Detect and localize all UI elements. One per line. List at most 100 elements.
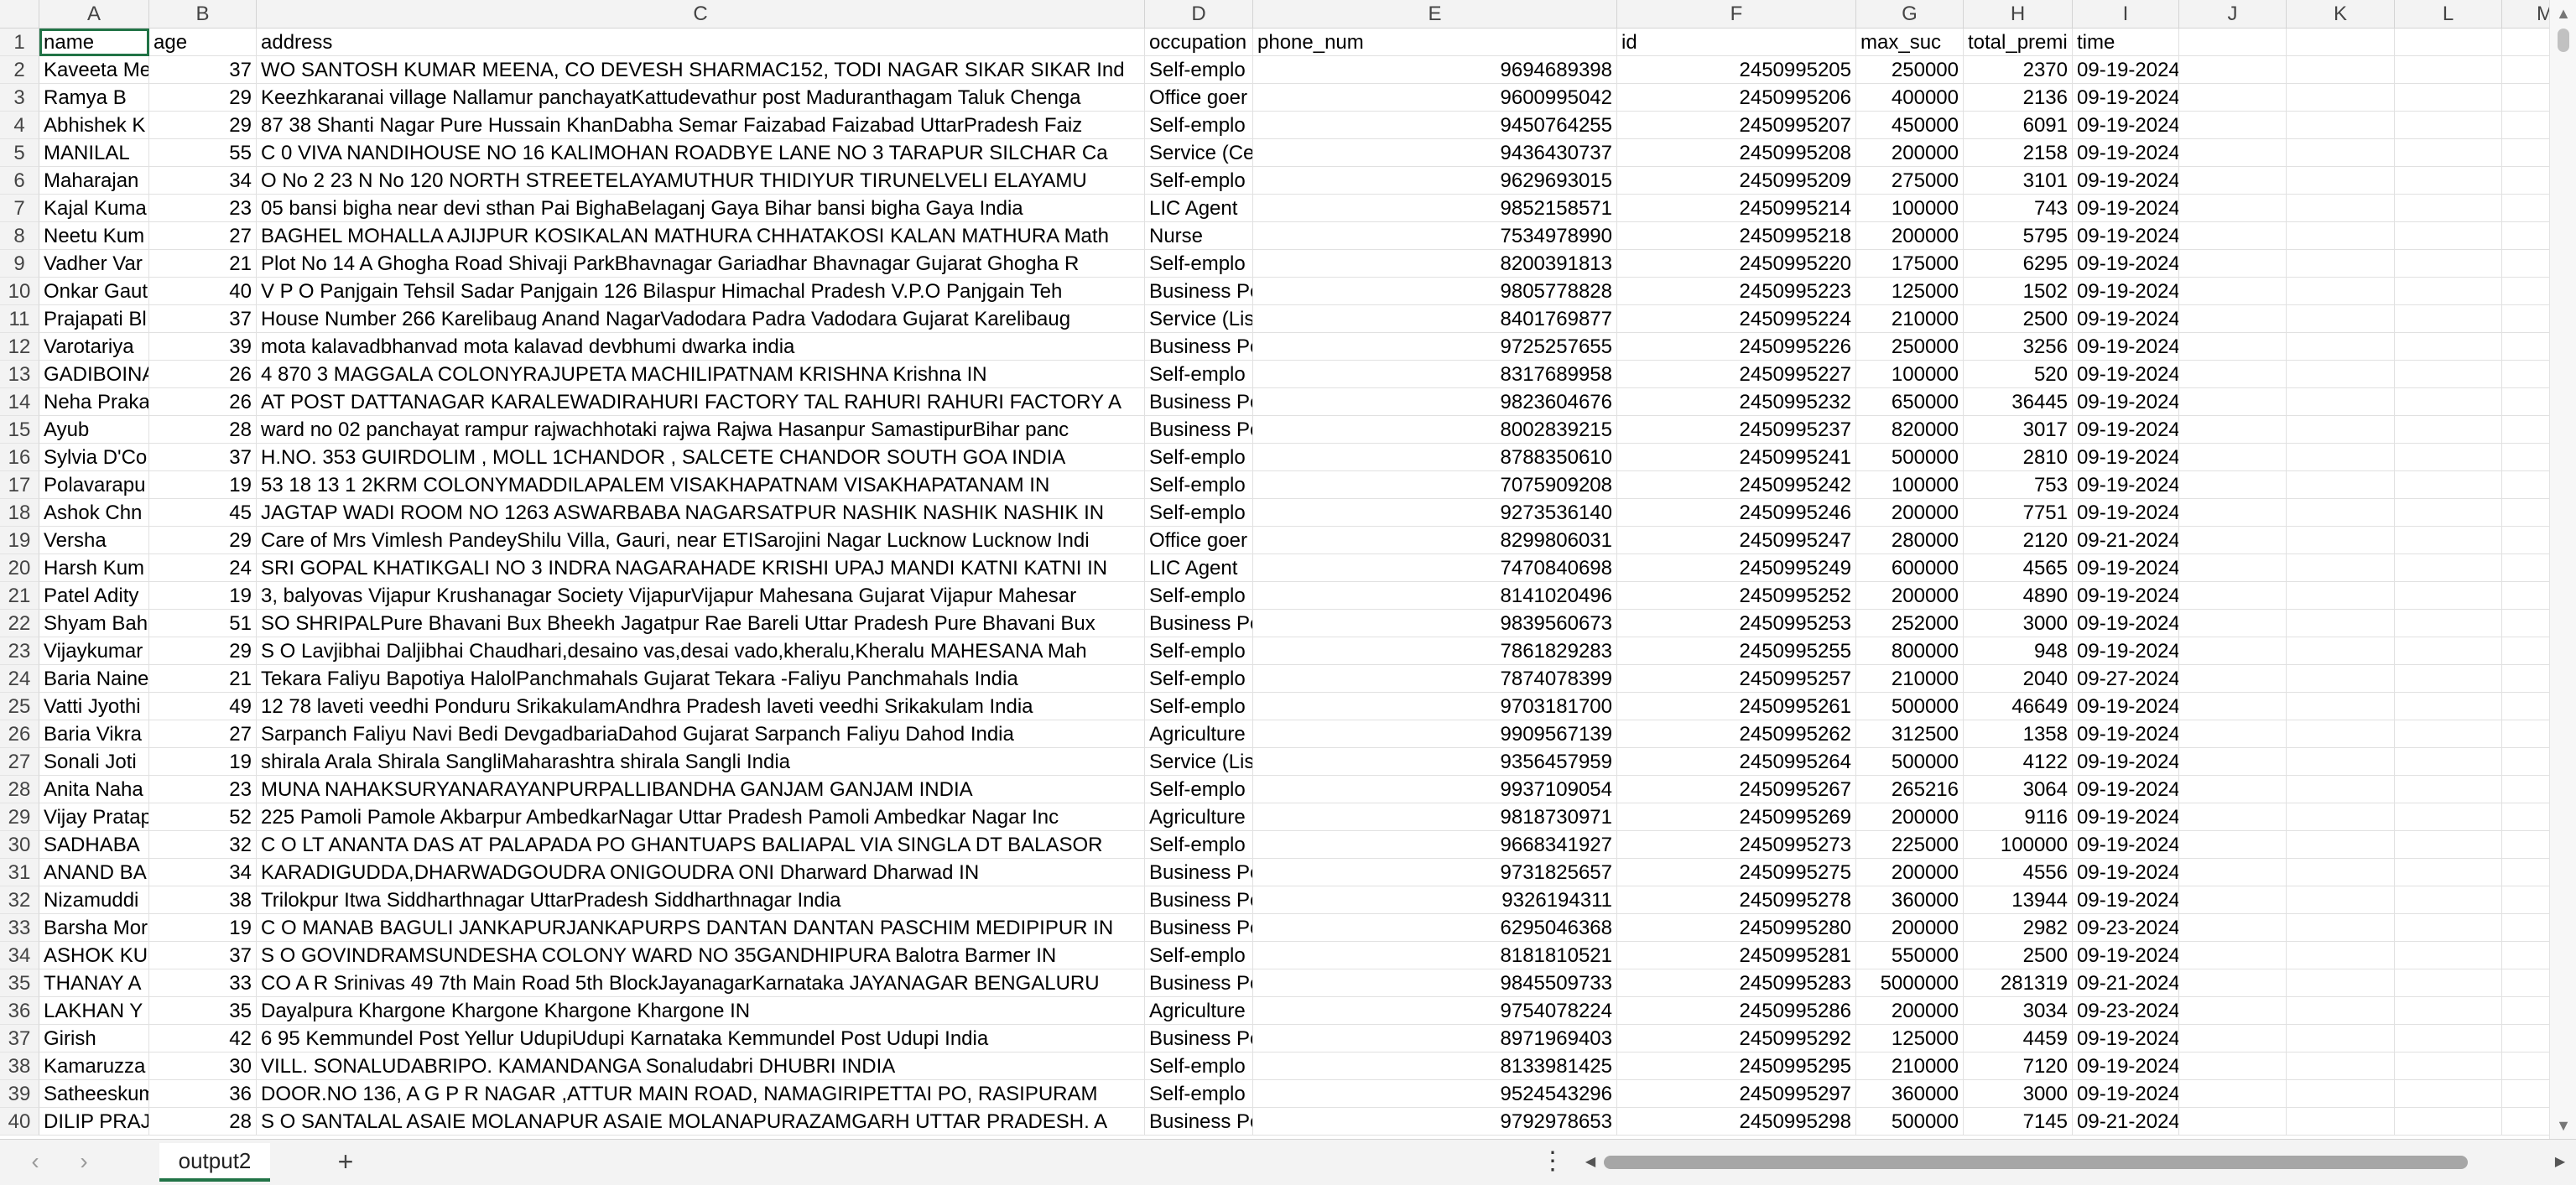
vertical-scroll-thumb[interactable] [2558,29,2569,52]
total-premi-cell[interactable]: 2982 [1964,914,2073,942]
phone-cell[interactable]: 8200391813 [1253,250,1617,278]
total-premi-cell[interactable]: 2040 [1964,665,2073,693]
max-suc-cell[interactable]: 275000 [1856,167,1964,195]
total-premi-cell[interactable]: 2158 [1964,139,2073,167]
phone-cell[interactable]: 9823604676 [1253,388,1617,416]
address-cell[interactable]: S O GOVINDRAMSUNDESHA COLONY WARD NO 35G… [257,942,1145,969]
id-cell[interactable]: 2450995292 [1617,1025,1856,1052]
name-cell[interactable]: Baria Naine [39,665,149,693]
time-cell[interactable]: 09-19-2024 [2073,859,2179,886]
address-cell[interactable]: DOOR.NO 136, A G P R NAGAR ,ATTUR MAIN R… [257,1080,1145,1108]
name-cell[interactable]: Anita Naha [39,776,149,803]
age-cell[interactable]: 55 [149,139,257,167]
time-cell[interactable]: 09-19-2024 [2073,388,2179,416]
occupation-cell[interactable]: Business Pe [1145,416,1253,444]
address-cell[interactable]: 53 18 13 1 2KRM COLONYMADDILAPALEM VISAK… [257,471,1145,499]
empty-cell[interactable] [2179,554,2287,582]
id-cell[interactable]: 2450995247 [1617,527,1856,554]
age-cell[interactable]: 19 [149,582,257,610]
name-cell[interactable]: Ashok Chn [39,499,149,527]
age-cell[interactable]: 21 [149,665,257,693]
row-header[interactable]: 33 [0,914,39,942]
empty-cell[interactable] [2287,1025,2395,1052]
scroll-left-icon[interactable]: ◀ [1580,1151,1600,1173]
empty-cell[interactable] [2179,84,2287,112]
row-header[interactable]: 6 [0,167,39,195]
phone-cell[interactable]: 9436430737 [1253,139,1617,167]
total-premi-cell[interactable]: 9116 [1964,803,2073,831]
phone-cell[interactable]: 9792978653 [1253,1108,1617,1136]
empty-cell[interactable] [2179,748,2287,776]
empty-cell[interactable] [2395,333,2502,361]
column-header-e[interactable]: E [1253,0,1617,29]
age-cell[interactable]: 42 [149,1025,257,1052]
empty-cell[interactable] [2179,914,2287,942]
age-cell[interactable]: 19 [149,748,257,776]
id-cell[interactable]: 2450995281 [1617,942,1856,969]
empty-cell[interactable] [2287,720,2395,748]
empty-cell[interactable] [2287,969,2395,997]
time-cell[interactable]: 09-19-2024 [2073,84,2179,112]
row-header[interactable]: 32 [0,886,39,914]
empty-cell[interactable] [2395,1052,2502,1080]
empty-cell[interactable] [2287,831,2395,859]
id-cell[interactable]: 2450995220 [1617,250,1856,278]
occupation-cell[interactable]: Office goer [1145,527,1253,554]
occupation-cell[interactable]: Agriculture [1145,997,1253,1025]
name-cell[interactable]: GADIBOINA [39,361,149,388]
empty-cell[interactable] [2287,693,2395,720]
age-cell[interactable]: 23 [149,776,257,803]
total-premi-cell[interactable]: 2500 [1964,305,2073,333]
empty-cell[interactable] [2179,56,2287,84]
phone-cell[interactable]: 9818730971 [1253,803,1617,831]
empty-cell[interactable] [2179,693,2287,720]
name-cell[interactable]: Ayub [39,416,149,444]
empty-cell[interactable] [2395,1025,2502,1052]
time-cell[interactable]: 09-19-2024 [2073,195,2179,222]
occupation-cell[interactable]: Self-emplo [1145,361,1253,388]
empty-cell[interactable] [2395,637,2502,665]
total-premi-cell[interactable]: 13944 [1964,886,2073,914]
empty-cell[interactable] [2287,554,2395,582]
name-cell[interactable]: Prajapati Bl [39,305,149,333]
address-cell[interactable]: O No 2 23 N No 120 NORTH STREETELAYAMUTH… [257,167,1145,195]
column-header-f[interactable]: F [1617,0,1856,29]
address-cell[interactable]: 6 95 Kemmundel Post Yellur UdupiUdupi Ka… [257,1025,1145,1052]
occupation-cell[interactable]: Business Pe [1145,333,1253,361]
empty-cell[interactable] [2179,471,2287,499]
row-header[interactable]: 21 [0,582,39,610]
max-suc-cell[interactable]: 650000 [1856,388,1964,416]
name-cell[interactable]: Varotariya [39,333,149,361]
empty-cell[interactable] [2287,195,2395,222]
empty-cell[interactable] [2395,554,2502,582]
total-premi-cell[interactable]: 2136 [1964,84,2073,112]
id-cell[interactable]: 2450995207 [1617,112,1856,139]
column-header-d[interactable]: D [1145,0,1253,29]
empty-cell[interactable] [2179,388,2287,416]
empty-cell[interactable] [2395,278,2502,305]
age-cell[interactable]: 45 [149,499,257,527]
id-cell[interactable]: 2450995237 [1617,416,1856,444]
address-cell[interactable]: House Number 266 Karelibaug Anand NagarV… [257,305,1145,333]
empty-cell[interactable] [2179,250,2287,278]
empty-cell[interactable] [2287,471,2395,499]
id-cell[interactable]: 2450995227 [1617,361,1856,388]
name-cell[interactable]: Polavarapu [39,471,149,499]
max-suc-cell[interactable]: 280000 [1856,527,1964,554]
phone-cell[interactable]: 6295046368 [1253,914,1617,942]
max-suc-cell[interactable]: 100000 [1856,195,1964,222]
empty-cell[interactable] [2395,29,2502,56]
empty-cell[interactable] [2395,969,2502,997]
total-premi-cell[interactable]: 3000 [1964,1080,2073,1108]
max-suc-cell[interactable]: 100000 [1856,471,1964,499]
empty-cell[interactable] [2395,388,2502,416]
empty-cell[interactable] [2179,416,2287,444]
empty-cell[interactable] [2287,388,2395,416]
max-suc-cell[interactable]: 210000 [1856,1052,1964,1080]
address-cell[interactable]: ward no 02 panchayat rampur rajwachhotak… [257,416,1145,444]
age-cell[interactable]: 37 [149,56,257,84]
total-premi-cell[interactable]: 948 [1964,637,2073,665]
age-cell[interactable]: 24 [149,554,257,582]
empty-cell[interactable] [2395,167,2502,195]
row-header[interactable]: 36 [0,997,39,1025]
